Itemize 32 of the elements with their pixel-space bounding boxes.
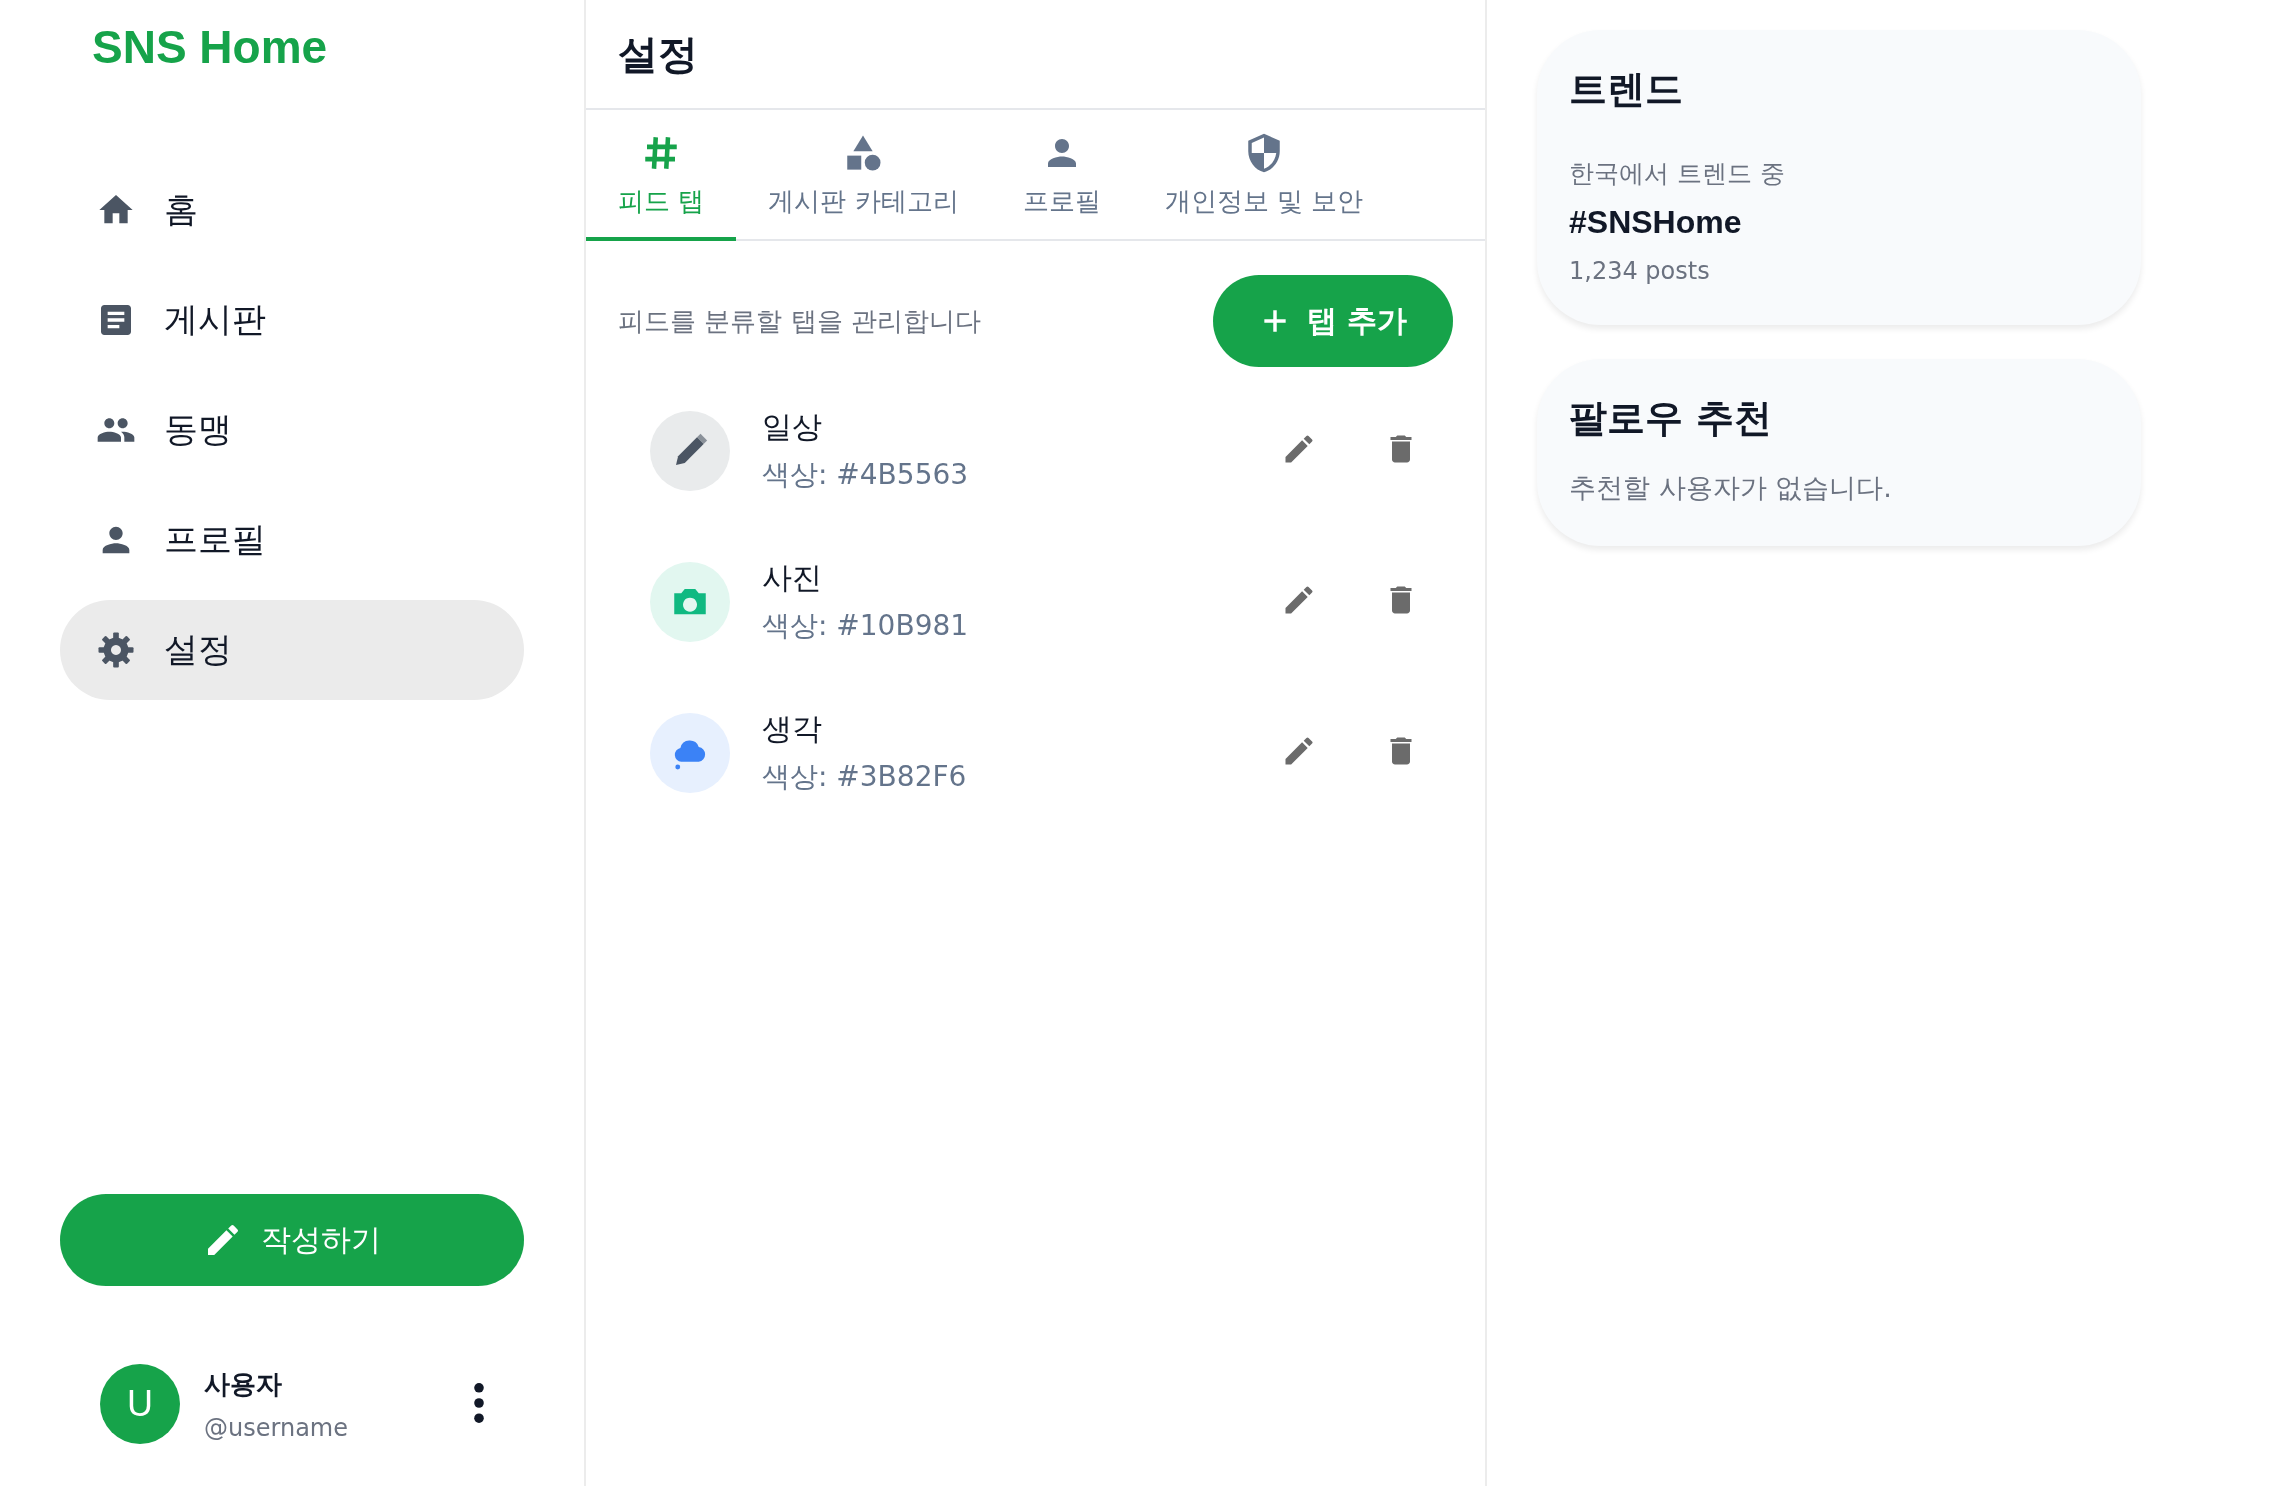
feed-tab-name: 사진	[762, 559, 823, 597]
feed-tab-name: 일상	[762, 408, 823, 446]
compose-button[interactable]: 작성하기	[60, 1194, 524, 1286]
nav-item[interactable]: 프로필	[60, 490, 524, 590]
nav-item[interactable]: 설정	[60, 600, 524, 700]
trend-hashtag[interactable]: #SNSHome	[1569, 204, 2109, 241]
settings-tab[interactable]: 개인정보 및 보안	[1132, 110, 1396, 241]
more-button[interactable]	[474, 1382, 484, 1426]
card-title: 트렌드	[1569, 66, 1684, 113]
app-logo[interactable]: SNS Home	[92, 20, 328, 74]
user-name: 사용자	[204, 1367, 283, 1401]
trend-subtitle: 한국에서 트렌드 중	[1569, 158, 1786, 190]
section-description: 피드를 분류할 탭을 관리합니다	[618, 304, 981, 338]
feed-tab-color: 색상: #10B981	[762, 608, 970, 644]
settings-icon	[96, 630, 136, 670]
card-title: 팔로우 추천	[1569, 395, 1774, 442]
settings-tab[interactable]: 게시판 카테고리	[736, 110, 991, 241]
nav-item[interactable]: 게시판	[60, 270, 524, 370]
feed-tab-name: 생각	[762, 710, 823, 748]
feed-tab-color: 색상: #3B82F6	[762, 759, 968, 795]
nav-item[interactable]: 동맹	[60, 380, 524, 480]
page-title: 설정	[618, 29, 698, 79]
settings-tab[interactable]: 피드 탭	[586, 110, 737, 241]
more-icon	[474, 1382, 484, 1423]
user-avatar[interactable]: U	[100, 1364, 180, 1444]
nav-item[interactable]: 홈	[60, 160, 524, 260]
empty-message: 추천할 사용자가 없습니다.	[1569, 471, 1893, 505]
settings-tab[interactable]: 프로필	[990, 110, 1133, 241]
post-count: 1,234 posts	[1569, 257, 1711, 285]
user-handle: @username	[204, 1413, 349, 1442]
add-tab-button[interactable]: 탭 추가	[1212, 275, 1453, 367]
feed-tab-color: 색상: #4B5563	[762, 457, 970, 493]
